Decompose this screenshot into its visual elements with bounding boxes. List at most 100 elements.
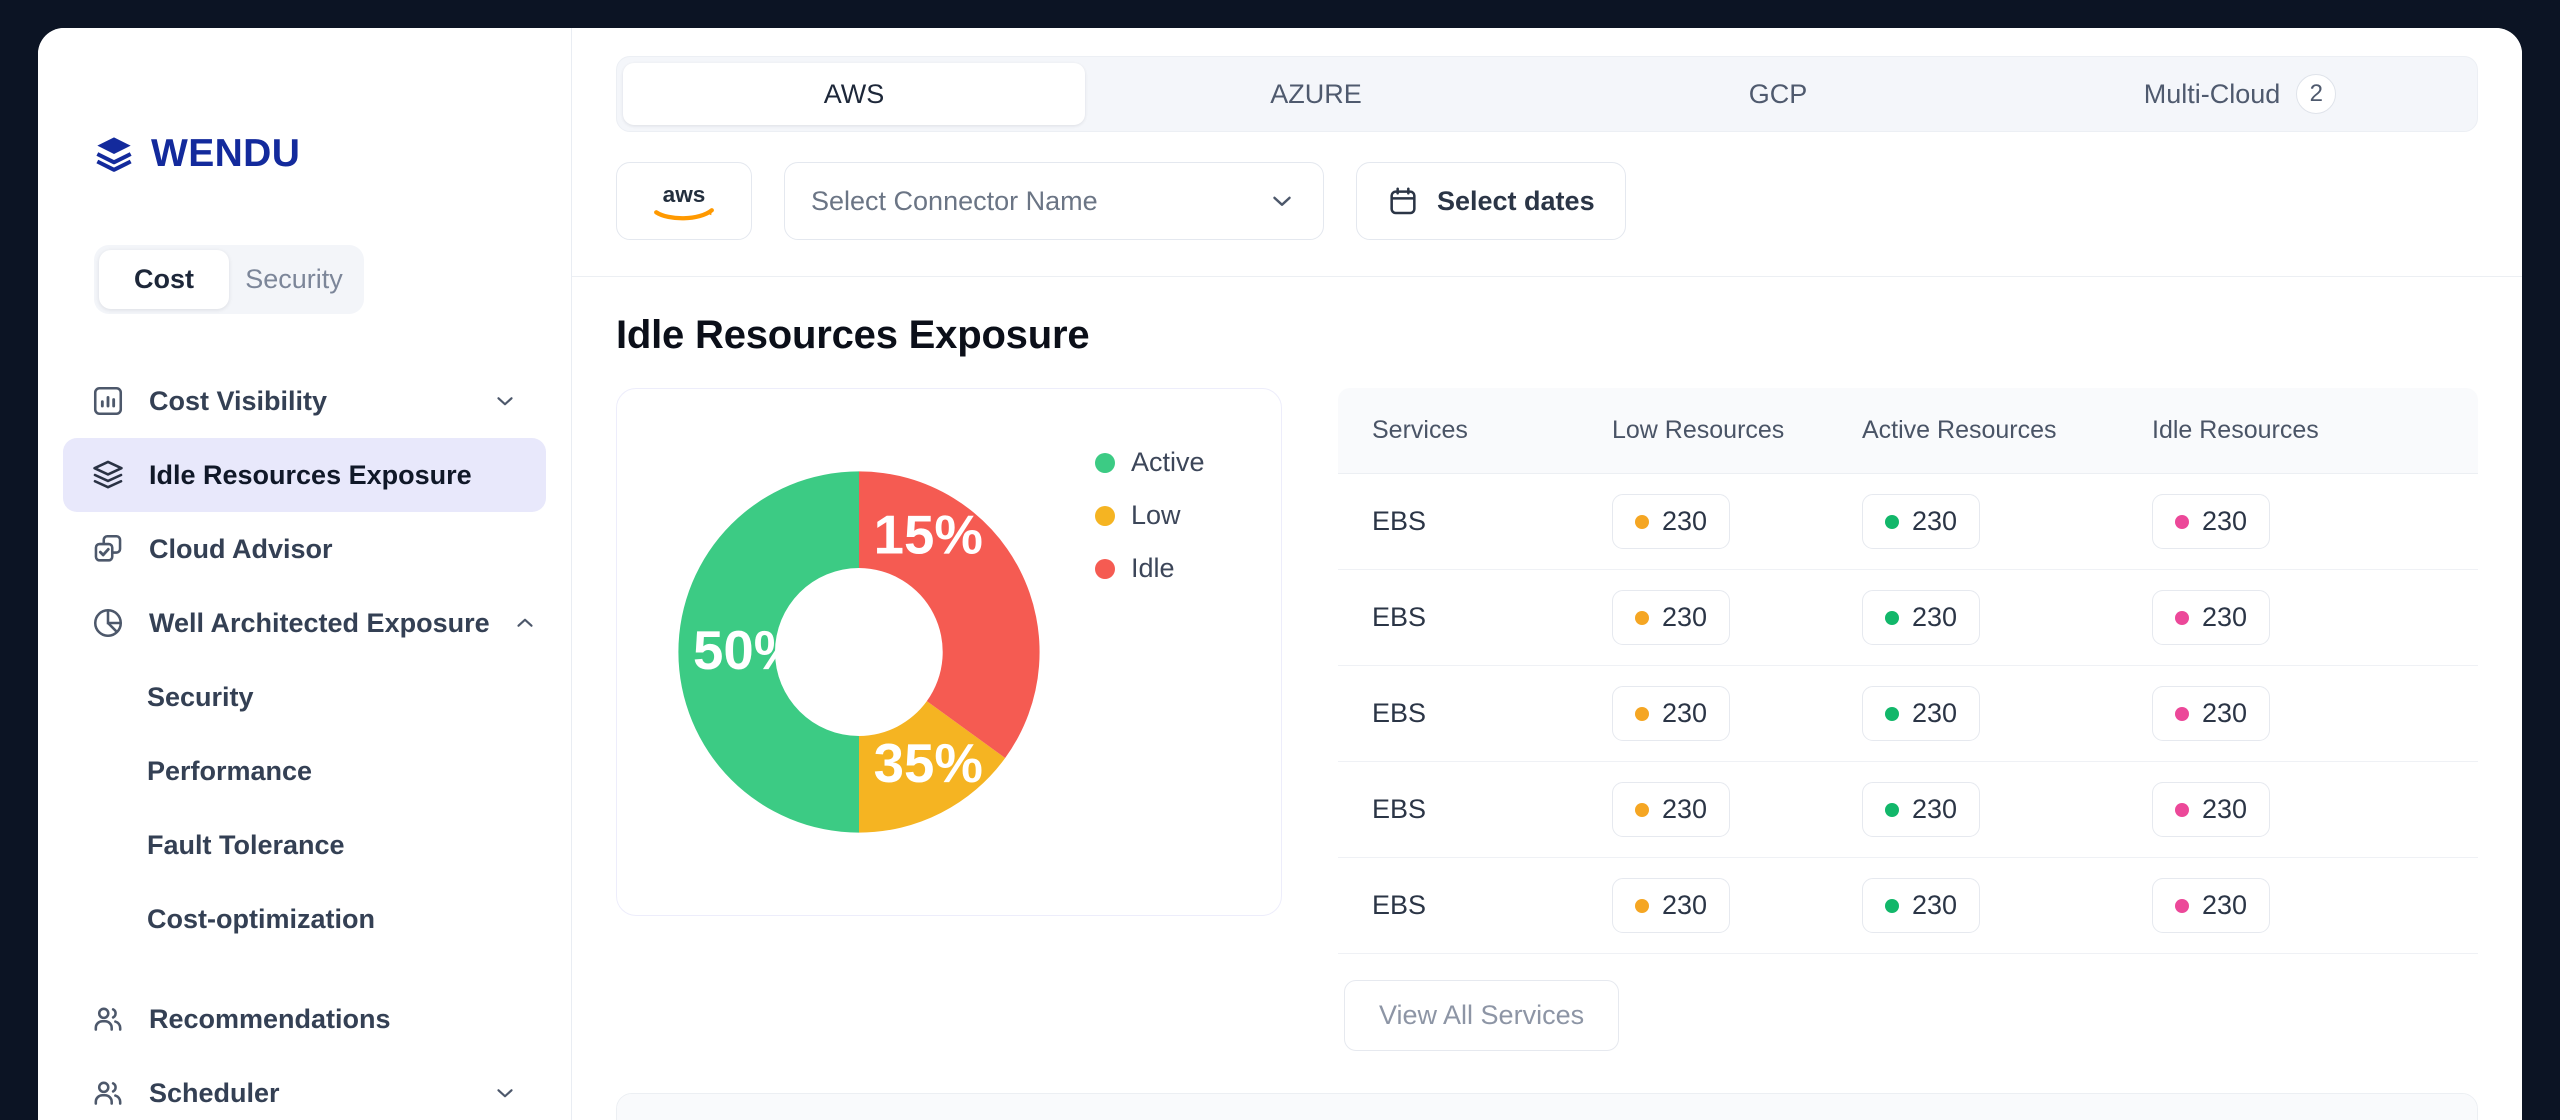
chevron-up-icon[interactable] (512, 610, 538, 636)
segment-cost[interactable]: Cost (99, 250, 229, 309)
sidebar-item-label: Scheduler (149, 1077, 280, 1108)
status-dot-icon (1885, 802, 1899, 817)
cloud-provider-tabs-wrap: AWS AZURE GCP Multi-Cloud 2 (572, 28, 2522, 154)
cell-active-resources: 230 (1828, 761, 2118, 858)
status-dot-icon (2175, 898, 2189, 913)
resource-detail-table: Region Service Service Name Service ID S… (617, 1094, 2477, 1120)
cell-active-resources: 230 (1828, 473, 2118, 570)
status-dot-icon (1635, 802, 1649, 817)
legend-item-idle[interactable]: Idle (1095, 553, 1205, 584)
services-table-head: Services Low Resources Active Resources … (1338, 388, 2478, 474)
count-value: 230 (2202, 794, 2248, 824)
sidebar-subitem-label: Security (147, 681, 254, 712)
tab-azure[interactable]: AZURE (1085, 63, 1547, 125)
cell-low-resources: 230 (1578, 857, 1828, 954)
count-badge: 230 (1862, 782, 1981, 837)
services-panel: Services Low Resources Active Resources … (1338, 388, 2478, 1051)
connector-name-select[interactable]: Select Connector Name (784, 162, 1324, 240)
select-dates-label: Select dates (1437, 185, 1595, 216)
sidebar-subitem-label: Fault Tolerance (147, 829, 345, 860)
count-value: 230 (1662, 698, 1708, 728)
svg-text:aws: aws (663, 182, 706, 207)
table-row[interactable]: EBS 230 230 230 (1338, 857, 2478, 954)
donut-label-low: 35% (874, 733, 983, 794)
chevron-down-icon (1273, 196, 1291, 206)
count-value: 230 (1912, 602, 1958, 632)
donut-chart: 50% 35% 15% (649, 442, 1069, 862)
segment-security[interactable]: Security (229, 250, 359, 309)
column-header-service-name: Service Name (952, 1094, 1187, 1120)
app-window: WENDU Cost Security Cost Visibility Idle… (38, 28, 2522, 1120)
sidebar-item-cloud-advisor[interactable]: Cloud Advisor (63, 512, 546, 586)
cell-idle-resources: 230 (2118, 857, 2478, 954)
table-row[interactable]: EBS 230 230 230 (1338, 473, 2478, 570)
sidebar-item-idle-resources-exposure[interactable]: Idle Resources Exposure (63, 438, 546, 512)
cost-security-toggle[interactable]: Cost Security (94, 245, 364, 314)
cell-active-resources: 230 (1828, 665, 2118, 762)
view-all-services-button[interactable]: View All Services (1344, 980, 1620, 1051)
sidebar-subitem-fault-tolerance[interactable]: Fault Tolerance (63, 808, 546, 882)
count-badge: 230 (1612, 494, 1731, 549)
sidebar-subitem-performance[interactable]: Performance (63, 734, 546, 808)
table-row[interactable]: EBS 230 230 230 (1338, 761, 2478, 858)
cell-service: EBS (1338, 761, 1578, 858)
column-header-service-id: Service ID (1187, 1094, 1617, 1120)
column-header-service: Service (792, 1094, 952, 1120)
tab-gcp[interactable]: GCP (1547, 63, 2009, 125)
sidebar-item-well-architected-exposure[interactable]: Well Architected Exposure (63, 586, 546, 660)
count-badge: 230 (1862, 494, 1981, 549)
sidebar-subitem-security[interactable]: Security (63, 660, 546, 734)
sidebar-item-label: Idle Resources Exposure (149, 459, 472, 490)
sidebar-item-scheduler[interactable]: Scheduler (63, 1056, 546, 1120)
count-value: 230 (2202, 698, 2248, 728)
column-header-region: Region (617, 1094, 792, 1120)
count-value: 230 (1662, 890, 1708, 920)
sidebar-subitem-label: Cost-optimization (147, 903, 375, 934)
content-area: Idle Resources Exposure 50% 35% 15% Acti… (572, 277, 2522, 1120)
count-badge: 230 (1612, 878, 1731, 933)
count-badge: 230 (1612, 686, 1731, 741)
tab-label: AZURE (1270, 78, 1362, 109)
connector-name-placeholder: Select Connector Name (811, 185, 1098, 216)
filter-bar: aws Select Connector Name Select dates (572, 154, 2522, 277)
sidebar-item-cost-visibility[interactable]: Cost Visibility (63, 364, 546, 438)
count-value: 230 (1912, 794, 1958, 824)
chevron-down-icon[interactable] (492, 1080, 518, 1106)
overview-row: 50% 35% 15% Active Low Idle Services Low… (616, 388, 2478, 1051)
count-value: 230 (2202, 602, 2248, 632)
page-title: Idle Resources Exposure (616, 313, 1090, 357)
table-row[interactable]: EBS 230 230 230 (1338, 665, 2478, 762)
cloud-provider-tabs: AWS AZURE GCP Multi-Cloud 2 (616, 56, 2478, 132)
cell-service: EBS (1338, 665, 1578, 762)
sidebar-subitem-cost-optimization[interactable]: Cost-optimization (63, 882, 546, 956)
select-dates-button[interactable]: Select dates (1356, 162, 1626, 240)
count-badge: 230 (2152, 878, 2271, 933)
legend-item-active[interactable]: Active (1095, 447, 1205, 478)
count-value: 230 (2202, 506, 2248, 536)
legend-item-low[interactable]: Low (1095, 500, 1205, 531)
count-badge: 230 (1862, 878, 1981, 933)
tab-aws[interactable]: AWS (623, 63, 1085, 125)
status-dot-icon (2175, 802, 2189, 817)
users-icon (94, 1081, 122, 1105)
sidebar-subitem-label: Performance (147, 755, 313, 786)
tab-multi-cloud[interactable]: Multi-Cloud 2 (2009, 63, 2471, 125)
chevron-down-icon[interactable] (492, 388, 518, 414)
sidebar-item-label: Cost Visibility (149, 385, 328, 416)
aws-provider-chip[interactable]: aws (616, 162, 752, 240)
donut-label-active: 50% (693, 620, 802, 681)
layers-stack-icon (96, 137, 132, 172)
table-row[interactable]: EBS 230 230 230 (1338, 569, 2478, 666)
status-dot-icon (1885, 898, 1899, 913)
count-badge: 230 (2152, 686, 2271, 741)
column-header-idle-resources: Idle Resources (2118, 388, 2478, 474)
cell-service: EBS (1338, 473, 1578, 570)
status-dot-icon (1635, 610, 1649, 625)
cell-idle-resources: 230 (2118, 761, 2478, 858)
status-dot-icon (1635, 898, 1649, 913)
count-value: 230 (1912, 698, 1958, 728)
count-badge: 230 (1862, 590, 1981, 645)
count-badge: 230 (1612, 590, 1731, 645)
sidebar-item-label: Recommendations (149, 1003, 391, 1034)
sidebar-item-recommendations[interactable]: Recommendations (63, 982, 546, 1056)
